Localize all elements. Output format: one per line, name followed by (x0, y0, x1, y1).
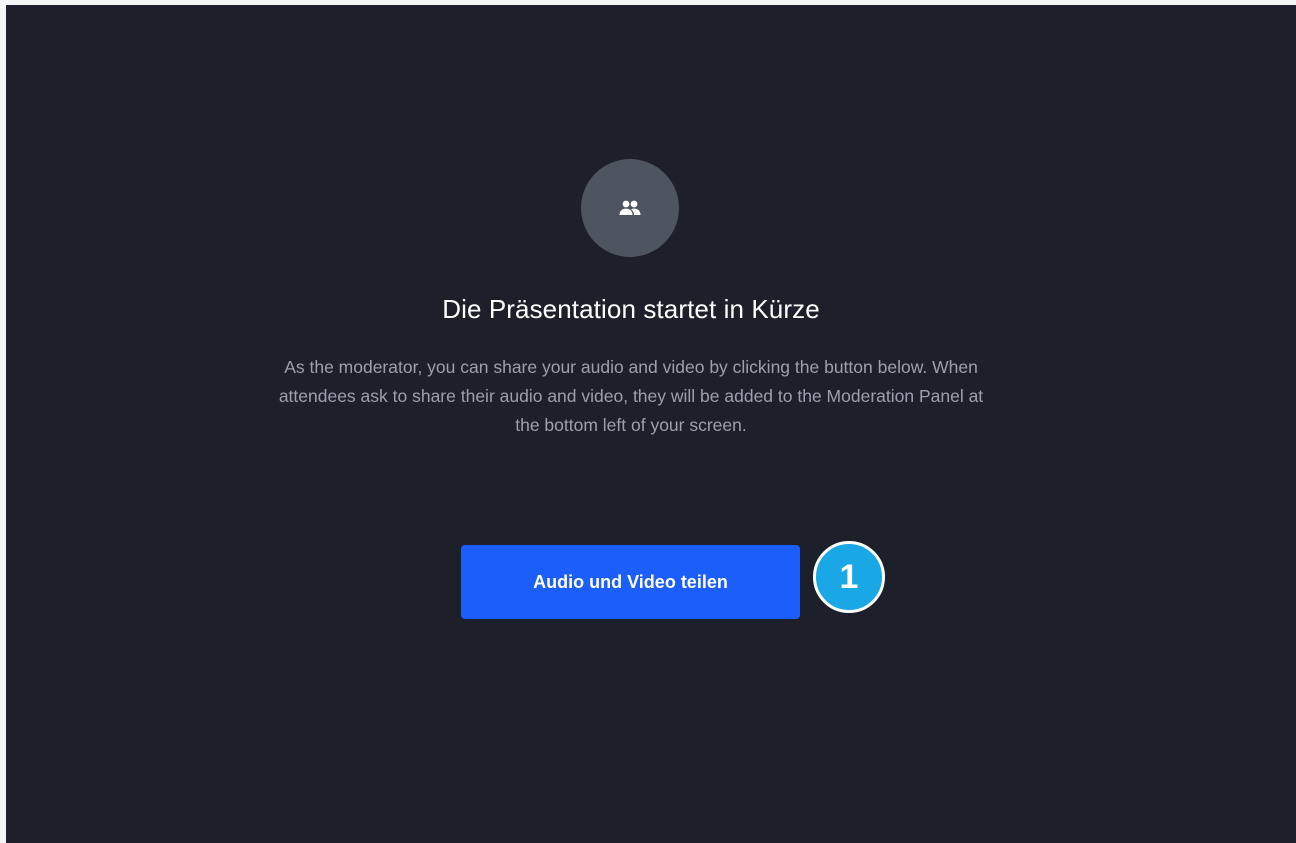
share-audio-video-button[interactable]: Audio und Video teilen (461, 545, 800, 619)
moderator-instructions: As the moderator, you can share your aud… (278, 357, 984, 435)
attendees-avatar (581, 159, 679, 257)
page-title: Die Präsentation startet in Kürze (442, 294, 820, 324)
people-icon (619, 200, 641, 216)
presentation-stage: Die Präsentation startet in Kürze As the… (6, 5, 1296, 843)
step-number-badge: 1 (813, 541, 885, 613)
